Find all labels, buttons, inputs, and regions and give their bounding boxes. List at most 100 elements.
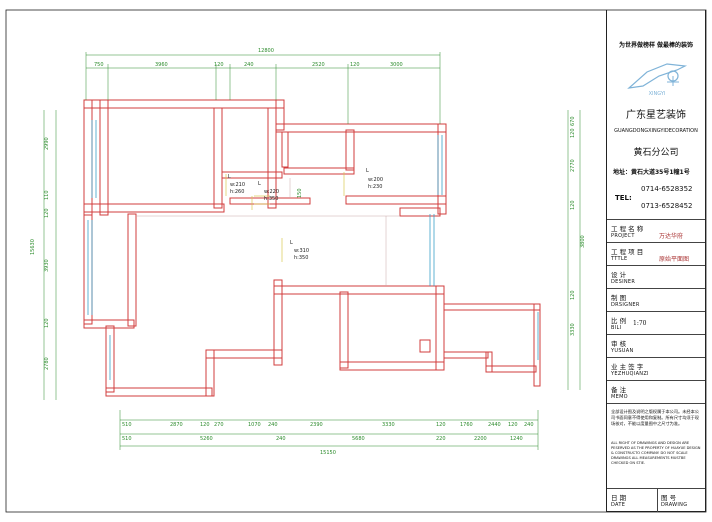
field-memo: 备 注 MEMO xyxy=(607,381,705,403)
field-label: 设 计 xyxy=(611,271,627,279)
address: 地址：黄石大道35号1幢1号 xyxy=(613,169,690,176)
field-label: 日 期 xyxy=(611,494,627,502)
field-drawing-no: 图 号 DRAWING xyxy=(657,489,707,511)
tel-label: TEL: xyxy=(615,194,632,202)
dim-bottom: 1240 xyxy=(510,436,523,442)
dim-top: 3000 xyxy=(390,62,403,68)
field-designer: 设 计 DESINER xyxy=(607,266,705,288)
annotation-width: w:220 xyxy=(264,189,279,195)
annotation-height: h:260 xyxy=(230,189,244,195)
dim-bottom: 120 xyxy=(436,422,446,428)
field-label-en: DATE xyxy=(611,502,626,508)
field-scale: 比 例 BILI 1:70 xyxy=(607,312,705,334)
dim-bottom: 5260 xyxy=(200,436,213,442)
dim-top: 240 xyxy=(244,62,254,68)
field-label-en: BILI xyxy=(611,325,622,331)
company-logo: XINGYI xyxy=(607,54,705,98)
annotation-width: w:210 xyxy=(230,182,245,188)
dim-bottom: 510 xyxy=(122,436,132,442)
title-block: 为世界做榜样 做最棒的装饰 XINGYI 广东星艺装饰 GUANGDONGXIN… xyxy=(606,10,706,512)
field-label-en: DRSIGNER xyxy=(611,302,640,308)
field-value: 1:70 xyxy=(633,320,647,327)
dim-top: 120 xyxy=(350,62,360,68)
field-label-en: MEMO xyxy=(611,394,628,400)
dim-left: 110 xyxy=(44,190,50,200)
dim-top: 120 xyxy=(214,62,224,68)
dim-bottom: 1760 xyxy=(460,422,473,428)
field-value: 万达华府 xyxy=(659,233,684,240)
dim-bottom: 270 xyxy=(214,422,224,428)
dim-small: 150 xyxy=(297,188,303,198)
dim-left: 120 xyxy=(44,318,50,328)
dim-right: 120 xyxy=(570,200,576,210)
dim-top: 2520 xyxy=(312,62,325,68)
annotation-width: w:200 xyxy=(368,177,383,183)
field-label: 工 程 项 目 xyxy=(611,248,644,256)
logo-text: XINGYI xyxy=(649,91,666,97)
field-label: 业 主 签 字 xyxy=(611,363,644,371)
left-dimensions: 15630 2990 110 120 3930 120 2780 xyxy=(30,137,50,370)
dim-top: 750 xyxy=(94,62,104,68)
dim-top-overall: 12800 xyxy=(258,48,274,54)
annotation-mark: L xyxy=(366,168,369,174)
field-label: 审 核 xyxy=(611,340,627,348)
dim-bottom: 120 xyxy=(508,422,518,428)
field-label-en: YUSUAN xyxy=(611,348,634,354)
field-label: 制 图 xyxy=(611,294,627,302)
field-label-en: DESINER xyxy=(611,279,636,285)
field-project: 工 程 名 称 PROJECT 万达华府 xyxy=(607,220,705,242)
dim-left: 2780 xyxy=(44,357,50,370)
annotation-mark: L xyxy=(290,240,293,246)
annotation-mark: L xyxy=(228,174,231,180)
field-drawing: 制 图 DRSIGNER xyxy=(607,289,705,311)
dim-right: 3330 xyxy=(570,323,576,336)
tel-2: 0713-6528452 xyxy=(641,202,693,210)
dim-right: 3800 xyxy=(580,235,586,248)
dim-bottom: 2870 xyxy=(170,422,183,428)
dim-bottom-overall: 15150 xyxy=(320,450,336,456)
dim-bottom: 2200 xyxy=(474,436,487,442)
field-value: 原始平面图 xyxy=(659,256,690,263)
walls xyxy=(83,99,541,397)
dim-bottom: 240 xyxy=(524,422,534,428)
field-label: 图 号 xyxy=(661,494,677,502)
field-label: 比 例 xyxy=(611,317,627,325)
room-annotations: L w:210 h:260 L w:220 h:350 L w:200 h:23… xyxy=(228,168,383,261)
field-date: 日 期 DATE xyxy=(607,489,657,511)
drawing-sheet: 12800 750 3960 120 240 2520 120 3000 510… xyxy=(0,0,712,518)
dim-right: 120 xyxy=(570,128,576,138)
dim-bottom: 2440 xyxy=(488,422,501,428)
field-label-en: YEZHUQIANZI xyxy=(611,371,649,377)
dim-bottom: 3330 xyxy=(382,422,395,428)
annotation-height: h:230 xyxy=(368,184,382,190)
dim-right: 2770 xyxy=(570,159,576,172)
field-title: 工 程 项 目 TTTLE 原始平面图 xyxy=(607,243,705,265)
field-label-en: DRAWING xyxy=(661,502,688,508)
top-dimensions: 12800 750 3960 120 240 2520 120 3000 xyxy=(94,48,403,68)
dim-left: 120 xyxy=(44,208,50,218)
divider xyxy=(607,403,705,404)
right-dimensions: 670 120 2770 120 3800 120 3330 xyxy=(570,116,586,336)
annotation-height: h:350 xyxy=(264,196,278,202)
dim-top: 3960 xyxy=(155,62,168,68)
dim-bottom: 240 xyxy=(268,422,278,428)
annotation-mark: L xyxy=(258,181,261,187)
slogan: 为世界做榜样 做最棒的装饰 xyxy=(618,42,694,49)
field-label: 备 注 xyxy=(611,386,627,394)
dim-right: 120 xyxy=(570,290,576,300)
annotation-height: h:350 xyxy=(294,255,308,261)
field-label: 工 程 名 称 xyxy=(611,225,644,233)
company-name-en: GUANGDONGXINGYIDECORATION xyxy=(614,128,698,134)
field-label-en: PROJECT xyxy=(611,233,635,239)
dim-bottom: 2390 xyxy=(310,422,323,428)
field-label-en: TTTLE xyxy=(611,256,628,262)
company-name-cn: 广东星艺装饰 xyxy=(626,110,686,121)
dim-bottom: 120 xyxy=(200,422,210,428)
branch-name: 黄石分公司 xyxy=(633,148,679,158)
windows xyxy=(87,120,539,380)
dim-bottom: 510 xyxy=(122,422,132,428)
tel-1: 0714-6528352 xyxy=(641,185,693,193)
dim-left-overall: 15630 xyxy=(30,239,36,255)
dim-bottom: 240 xyxy=(276,436,286,442)
dim-bottom: 1070 xyxy=(248,422,261,428)
